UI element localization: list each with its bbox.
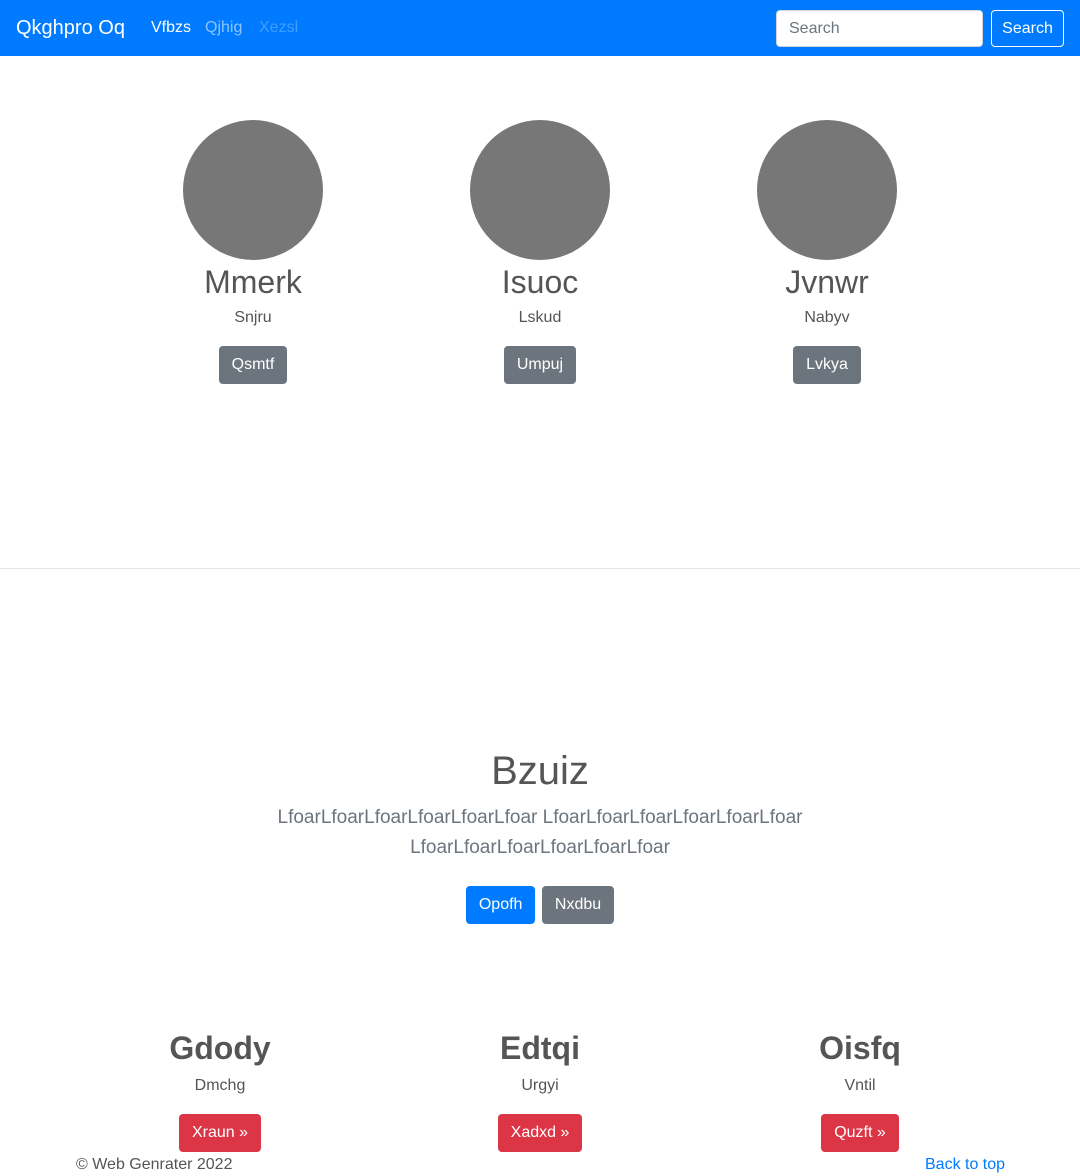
avatar (470, 120, 610, 260)
search-input[interactable] (776, 10, 983, 47)
nav-link-xezsl: Xezsl (259, 19, 299, 36)
section-divider (0, 568, 1080, 569)
navbar: Qkghpro Oq Vfbzs Qjhig Xezsl Search (0, 0, 1080, 56)
hero-section: Bzuiz LfoarLfoarLfoarLfoarLfoarLfoar Lfo… (240, 745, 840, 924)
profile-card: Mmerk Snjru Qsmtf (133, 120, 373, 384)
profile-subtitle: Snjru (234, 309, 272, 326)
hero-primary-button[interactable]: Opofh (465, 886, 536, 924)
profile-name: Mmerk (204, 264, 302, 300)
feature-button[interactable]: Quzft » (821, 1114, 899, 1152)
hero-actions: Opofh Nxdbu (240, 886, 840, 924)
feature-title: Oisfq (819, 1030, 901, 1066)
profile-subtitle: Nabyv (804, 309, 850, 326)
profile-card: Jvnwr Nabyv Lvkya (707, 120, 947, 384)
profile-button[interactable]: Qsmtf (218, 346, 288, 384)
footer-copyright: © Web Genrater 2022 (76, 1156, 233, 1173)
profile-button[interactable]: Lvkya (793, 346, 861, 384)
hero-title: Bzuiz (491, 749, 589, 793)
feature-subtitle: Dmchg (194, 1077, 246, 1094)
nav-link-qjhig[interactable]: Qjhig (205, 18, 242, 38)
profile-name: Jvnwr (785, 264, 869, 300)
hero-text: LfoarLfoarLfoarLfoarLfoarLfoar LfoarLfoa… (277, 807, 803, 858)
profile-name: Isuoc (501, 264, 579, 300)
feature-column: Gdody Dmchg Xraun » (80, 1027, 360, 1152)
feature-column: Oisfq Vntil Quzft » (720, 1027, 1000, 1152)
feature-button[interactable]: Xadxd » (497, 1114, 583, 1152)
hero-secondary-button[interactable]: Nxdbu (541, 886, 615, 924)
search-button[interactable]: Search (991, 10, 1064, 47)
avatar (183, 120, 323, 260)
profile-subtitle: Lskud (518, 309, 562, 326)
feature-button[interactable]: Xraun » (178, 1114, 262, 1152)
feature-subtitle: Urgyi (521, 1077, 559, 1094)
brand-link[interactable]: Qkghpro Oq (16, 15, 125, 41)
nav-link-vfbzs[interactable]: Vfbzs (151, 18, 191, 38)
feature-title: Edtqi (500, 1030, 580, 1066)
avatar (757, 120, 897, 260)
feature-title: Gdody (169, 1030, 271, 1066)
profile-card: Isuoc Lskud Umpuj (420, 120, 660, 384)
profile-button[interactable]: Umpuj (503, 346, 577, 384)
feature-column: Edtqi Urgyi Xadxd » (400, 1027, 680, 1152)
feature-subtitle: Vntil (844, 1077, 876, 1094)
back-to-top-link[interactable]: Back to top (925, 1154, 1005, 1176)
